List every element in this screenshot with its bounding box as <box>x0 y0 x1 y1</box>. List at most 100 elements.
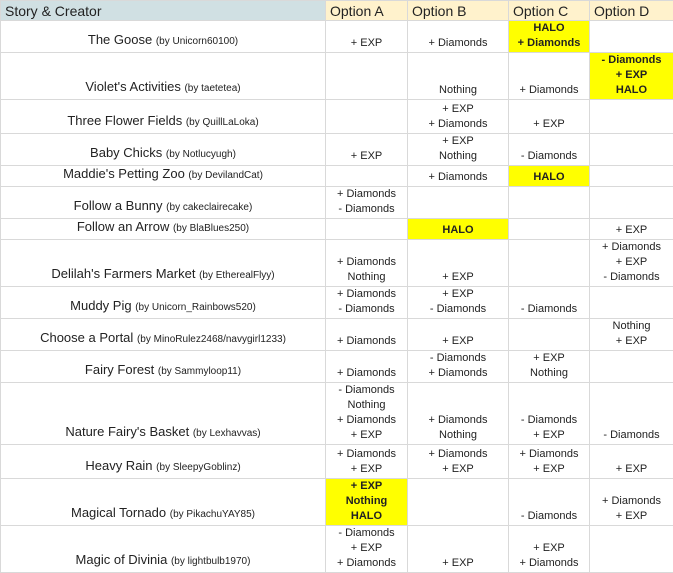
story-title: Muddy Pig <box>70 298 131 313</box>
story-cell[interactable]: The Goose (by Unicorn60100) <box>1 21 326 53</box>
option-b-cell[interactable]: + DiamondsNothing <box>408 383 509 445</box>
outcome-text: HALO <box>410 223 506 238</box>
header-option-a[interactable]: Option A <box>326 1 408 21</box>
outcome-text: + EXP <box>592 334 671 349</box>
option-c-cell[interactable] <box>509 187 590 219</box>
option-d-cell[interactable] <box>590 134 673 166</box>
option-c-cell[interactable]: + EXPNothing <box>509 351 590 383</box>
option-c-cell[interactable]: + EXP+ Diamonds <box>509 526 590 573</box>
option-b-cell[interactable]: + EXP <box>408 526 509 573</box>
option-a-cell[interactable] <box>326 53 408 100</box>
table-row: The Goose (by Unicorn60100)+ EXP+ Diamon… <box>1 21 673 53</box>
story-creator: (by PikachuYAY85) <box>170 509 255 520</box>
option-b-cell[interactable]: + Diamonds <box>408 21 509 53</box>
option-a-cell[interactable]: + EXPNothingHALO <box>326 479 408 526</box>
table-row: Heavy Rain (by SleepyGoblinz)+ Diamonds+… <box>1 445 673 479</box>
header-option-d[interactable]: Option D <box>590 1 673 21</box>
table-row: Nature Fairy's Basket (by Lexhavvas)- Di… <box>1 383 673 445</box>
option-c-cell[interactable]: + EXP <box>509 100 590 134</box>
option-b-cell[interactable]: - Diamonds+ Diamonds <box>408 351 509 383</box>
option-c-cell[interactable]: HALO <box>509 166 590 187</box>
story-cell[interactable]: Maddie's Petting Zoo (by DevilandCat) <box>1 166 326 187</box>
option-c-cell[interactable]: - Diamonds <box>509 134 590 166</box>
option-c-cell[interactable] <box>509 219 590 240</box>
option-d-cell[interactable]: Nothing+ EXP <box>590 319 673 351</box>
story-cell[interactable]: Choose a Portal (by MinoRulez2468/navygi… <box>1 319 326 351</box>
option-b-cell[interactable]: + EXP <box>408 319 509 351</box>
outcome-text: + EXP <box>592 255 671 270</box>
outcome-text: - Diamonds <box>592 53 671 68</box>
option-b-cell[interactable]: + EXP <box>408 240 509 287</box>
option-b-cell[interactable]: + Diamonds <box>408 166 509 187</box>
option-c-cell[interactable]: HALO+ Diamonds <box>509 21 590 53</box>
story-cell[interactable]: Three Flower Fields (by QuillLaLoka) <box>1 100 326 134</box>
option-d-cell[interactable]: + EXP <box>590 219 673 240</box>
header-story-creator[interactable]: Story & Creator <box>1 1 326 21</box>
option-a-cell[interactable] <box>326 219 408 240</box>
option-a-cell[interactable]: + EXP <box>326 21 408 53</box>
story-cell[interactable]: Violet's Activities (by taetetea) <box>1 53 326 100</box>
option-d-cell[interactable]: + EXP <box>590 445 673 479</box>
option-a-cell[interactable]: - DiamondsNothing+ Diamonds+ EXP <box>326 383 408 445</box>
story-cell[interactable]: Nature Fairy's Basket (by Lexhavvas) <box>1 383 326 445</box>
outcome-text: + Diamonds <box>328 287 405 302</box>
story-cell[interactable]: Follow an Arrow (by BlaBlues250) <box>1 219 326 240</box>
option-b-cell[interactable]: + EXPNothing <box>408 134 509 166</box>
outcome-text: - Diamonds <box>511 302 587 317</box>
option-b-cell[interactable] <box>408 479 509 526</box>
story-creator: (by taetetea) <box>184 83 240 94</box>
option-d-cell[interactable]: - Diamonds+ EXPHALO <box>590 53 673 100</box>
story-cell[interactable]: Muddy Pig (by Unicorn_Rainbows520) <box>1 287 326 319</box>
story-cell[interactable]: Heavy Rain (by SleepyGoblinz) <box>1 445 326 479</box>
option-b-cell[interactable]: + Diamonds+ EXP <box>408 445 509 479</box>
outcome-text: + Diamonds <box>328 187 405 202</box>
story-cell[interactable]: Delilah's Farmers Market (by EtherealFly… <box>1 240 326 287</box>
option-d-cell[interactable]: + Diamonds+ EXP <box>590 479 673 526</box>
option-c-cell[interactable]: - Diamonds+ EXP <box>509 383 590 445</box>
header-option-b[interactable]: Option B <box>408 1 509 21</box>
option-b-cell[interactable]: HALO <box>408 219 509 240</box>
option-d-cell[interactable] <box>590 100 673 134</box>
option-a-cell[interactable]: - Diamonds+ EXP+ Diamonds <box>326 526 408 573</box>
option-d-cell[interactable] <box>590 351 673 383</box>
story-cell[interactable]: Magic of Divinia (by lightbulb1970) <box>1 526 326 573</box>
outcome-text: Nothing <box>328 398 405 413</box>
story-creator: (by lightbulb1970) <box>171 556 251 567</box>
option-b-cell[interactable]: + EXP+ Diamonds <box>408 100 509 134</box>
option-d-cell[interactable] <box>590 21 673 53</box>
option-c-cell[interactable] <box>509 240 590 287</box>
option-b-cell[interactable] <box>408 187 509 219</box>
option-d-cell[interactable] <box>590 526 673 573</box>
option-c-cell[interactable]: - Diamonds <box>509 287 590 319</box>
story-cell[interactable]: Follow a Bunny (by cakeclairecake) <box>1 187 326 219</box>
option-a-cell[interactable]: + Diamonds+ EXP <box>326 445 408 479</box>
outcome-text: Nothing <box>328 270 405 285</box>
story-cell[interactable]: Magical Tornado (by PikachuYAY85) <box>1 479 326 526</box>
option-b-cell[interactable]: + EXP- Diamonds <box>408 287 509 319</box>
option-d-cell[interactable] <box>590 187 673 219</box>
story-title: Delilah's Farmers Market <box>51 266 195 281</box>
option-a-cell[interactable]: + Diamonds <box>326 351 408 383</box>
option-d-cell[interactable] <box>590 166 673 187</box>
outcome-text: + EXP <box>511 351 587 366</box>
option-c-cell[interactable]: + Diamonds <box>509 53 590 100</box>
option-a-cell[interactable]: + DiamondsNothing <box>326 240 408 287</box>
option-a-cell[interactable]: + EXP <box>326 134 408 166</box>
option-a-cell[interactable] <box>326 166 408 187</box>
option-c-cell[interactable] <box>509 319 590 351</box>
header-option-c[interactable]: Option C <box>509 1 590 21</box>
option-a-cell[interactable]: + Diamonds- Diamonds <box>326 287 408 319</box>
story-cell[interactable]: Fairy Forest (by Sammyloop11) <box>1 351 326 383</box>
option-a-cell[interactable]: + Diamonds- Diamonds <box>326 187 408 219</box>
option-b-cell[interactable]: Nothing <box>408 53 509 100</box>
option-a-cell[interactable]: + Diamonds <box>326 319 408 351</box>
option-d-cell[interactable]: + Diamonds+ EXP- Diamonds <box>590 240 673 287</box>
option-c-cell[interactable]: - Diamonds <box>509 479 590 526</box>
option-a-cell[interactable] <box>326 100 408 134</box>
story-creator: (by DevilandCat) <box>188 170 262 181</box>
option-d-cell[interactable]: - Diamonds <box>590 383 673 445</box>
option-d-cell[interactable] <box>590 287 673 319</box>
story-cell[interactable]: Baby Chicks (by Notlucyugh) <box>1 134 326 166</box>
option-c-cell[interactable]: + Diamonds+ EXP <box>509 445 590 479</box>
outcome-text: Nothing <box>410 428 506 443</box>
